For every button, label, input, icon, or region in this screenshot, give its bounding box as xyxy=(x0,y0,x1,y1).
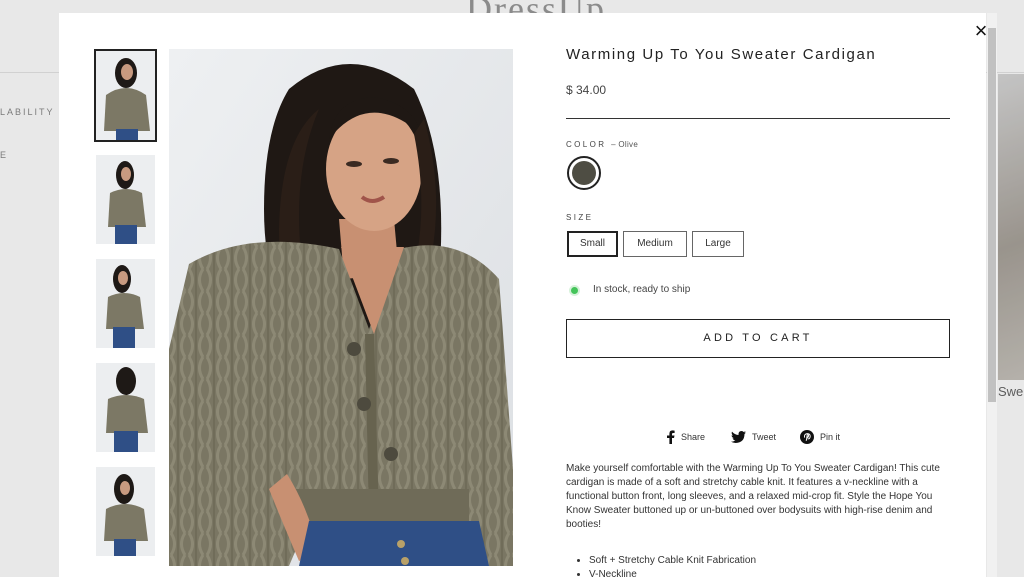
product-features-list: Soft + Stretchy Cable Knit Fabrication V… xyxy=(589,554,756,577)
add-to-cart-button[interactable]: ADD TO CART xyxy=(566,319,950,358)
thumbnail-image xyxy=(96,51,155,140)
share-pinterest-label: Pin it xyxy=(820,432,841,442)
price-divider xyxy=(566,118,950,119)
product-title: Warming Up To You Sweater Cardigan xyxy=(566,46,877,63)
stock-status-icon xyxy=(571,287,578,294)
thumbnail-4[interactable] xyxy=(96,363,155,452)
share-facebook-button[interactable]: Share xyxy=(666,429,705,445)
product-main-image[interactable] xyxy=(169,49,513,566)
color-label-text: COLOR xyxy=(566,140,607,149)
share-pinterest-button[interactable]: Pin it xyxy=(800,429,840,445)
feature-item: V-Neckline xyxy=(589,568,756,577)
model-photo xyxy=(169,49,513,566)
pinterest-icon xyxy=(800,430,814,444)
thumbnail-image xyxy=(96,467,155,556)
thumbnail-image xyxy=(96,155,155,244)
color-swatch-olive[interactable] xyxy=(567,156,601,190)
feature-item: Soft + Stretchy Cable Knit Fabrication xyxy=(589,554,756,568)
thumbnail-5[interactable] xyxy=(96,467,155,556)
size-option-medium[interactable]: Medium xyxy=(623,231,687,257)
scrollbar-thumb[interactable] xyxy=(988,28,996,402)
color-value: – Olive xyxy=(611,140,639,149)
close-icon[interactable]: × xyxy=(970,20,992,42)
share-twitter-label: Tweet xyxy=(752,432,777,442)
thumbnail-1[interactable] xyxy=(94,49,157,142)
product-price: $ 34.00 xyxy=(566,83,607,97)
swatch-fill xyxy=(572,161,596,185)
share-facebook-label: Share xyxy=(681,432,706,442)
facebook-icon xyxy=(667,430,675,444)
product-description: Make yourself comfortable with the Warmi… xyxy=(566,463,940,530)
thumbnail-2[interactable] xyxy=(96,155,155,244)
thumbnail-image xyxy=(96,259,155,348)
twitter-icon xyxy=(731,431,746,443)
stock-status-text: In stock, ready to ship xyxy=(593,284,691,295)
quick-view-modal: Warming Up To You Sweater Cardigan $ 34.… xyxy=(59,13,986,577)
thumbnail-image xyxy=(96,363,155,452)
size-option-small[interactable]: Small xyxy=(567,231,618,257)
color-label: COLOR – Olive xyxy=(566,140,638,149)
size-label: SIZE xyxy=(566,213,594,222)
thumbnail-3[interactable] xyxy=(96,259,155,348)
size-option-large[interactable]: Large xyxy=(692,231,744,257)
share-twitter-button[interactable]: Tweet xyxy=(731,429,776,445)
